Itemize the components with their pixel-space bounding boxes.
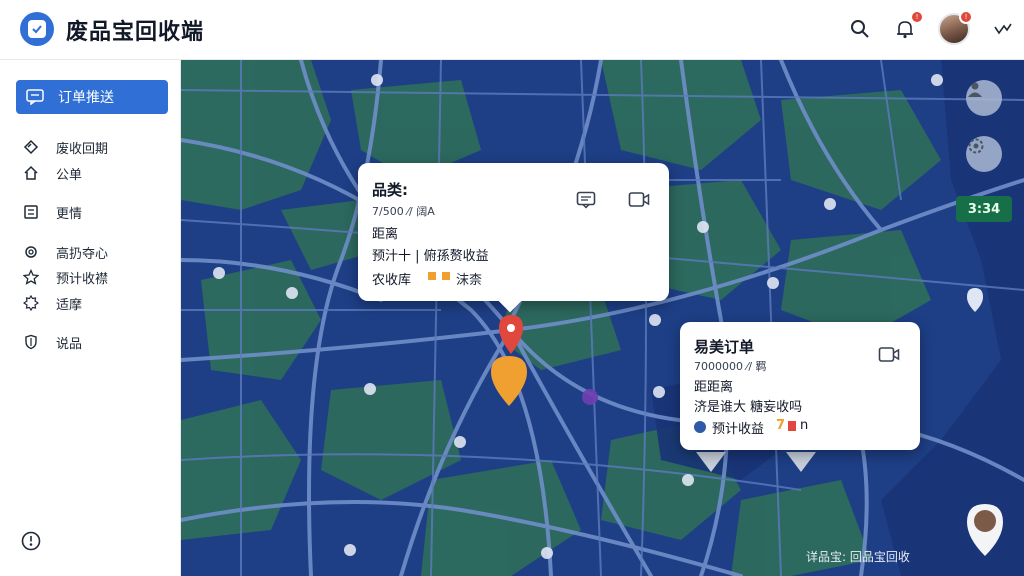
popup-detail: 济是谁大 糖妄收吗 [694,400,803,415]
popup-distance-label: 距离 [372,227,399,242]
video-icon [878,347,900,362]
settings-button[interactable] [20,530,42,552]
popup-status-label: 农收库 [372,273,412,288]
popup-distance-label: 距距离 [694,380,734,395]
search-icon [851,20,869,38]
popup-title: 品类: [372,181,408,199]
sidebar-item-4[interactable]: 高扔夺心 [22,241,108,263]
map-view[interactable] [181,60,1024,576]
message-icon [26,89,44,105]
user-avatar-button[interactable]: ! [937,10,973,46]
search-button[interactable] [843,12,877,46]
avatar-badge: ! [959,10,973,24]
message-icon [576,191,596,209]
sidebar-item-order-push[interactable]: 订单推送 [16,80,168,114]
list-icon [22,203,40,221]
status-dot [428,272,436,280]
status-dot [442,272,450,280]
star-icon [22,268,40,286]
power-icon [21,531,41,551]
sidebar-item-label: 废收回期 [56,141,109,157]
sidebar-item-label: 适摩 [56,297,83,313]
shield-icon [22,333,40,351]
income-icon [694,421,706,433]
check-icon [28,20,46,38]
map-settings-button[interactable] [966,136,1002,172]
gear-icon [22,243,40,261]
time-badge: 3:34 [956,196,1012,222]
video-icon [628,192,650,207]
popup-detail: 预汁十 | 俯孫赘收益 [372,249,489,264]
app-title: 废品宝回收端 [66,20,205,45]
trend-icon [994,23,1012,35]
order-popup-main[interactable]: 品类: 7/500 ⁄/ 阔A 距离 预汁十 | 俯孫赘收益 农收库 沫柰 [358,163,669,313]
sidebar-item-label: 更情 [56,206,83,222]
map-canvas[interactable] [181,60,1024,576]
sidebar-item-label: 高扔夺心 [56,246,109,262]
income-value: 7 [776,418,786,433]
popup-status-value: 沫柰 [456,273,483,288]
popup-price: 7/500 ⁄/ 阔A [372,205,435,218]
notification-badge: ! [910,10,924,24]
popup-title: 易美订单 [694,338,755,356]
sidebar-item-2[interactable]: 公单 [22,162,82,184]
call-button[interactable] [878,346,900,364]
popup-price: 7000000 ⁄/ 羁 [694,360,767,373]
gear-icon [22,294,40,312]
sidebar-item-7[interactable]: 说品 [22,331,82,353]
income-marker [788,421,796,431]
gear-icon [968,138,984,154]
sidebar-item-label: 预计收襟 [56,271,109,287]
home-icon [22,164,40,182]
sidebar-item-6[interactable]: 适摩 [22,292,82,314]
message-button[interactable] [576,191,596,209]
tag-icon [22,138,40,156]
map-footer-text: 详品宝: 回品宝回收 [806,550,910,564]
user-icon [968,82,982,97]
sidebar: 订单推送 废收回期 公单 更情 高扔夺心 预计收襟 适摩 说品 [0,60,181,576]
app-header: 废品宝回收端 ! ! [0,0,1024,60]
order-popup-secondary[interactable]: 易美订单 7000000 ⁄/ 羁 距距离 济是谁大 糖妄收吗 预计收益 7 n [680,322,920,450]
sidebar-item-3[interactable]: 更情 [22,201,82,223]
sidebar-item-label: 说品 [56,336,83,352]
income-label: 预计收益 [712,422,765,437]
sidebar-item-5[interactable]: 预计收襟 [22,266,108,288]
app-logo [20,12,54,46]
sidebar-item-label: 订单推送 [58,90,114,106]
sidebar-item-1[interactable]: 废收回期 [22,136,108,158]
trend-button[interactable] [986,12,1020,46]
income-suffix: n [800,418,809,433]
profile-map-button[interactable] [966,80,1002,116]
notification-button[interactable]: ! [888,10,924,46]
call-button[interactable] [628,191,650,209]
sidebar-item-label: 公单 [56,167,83,183]
